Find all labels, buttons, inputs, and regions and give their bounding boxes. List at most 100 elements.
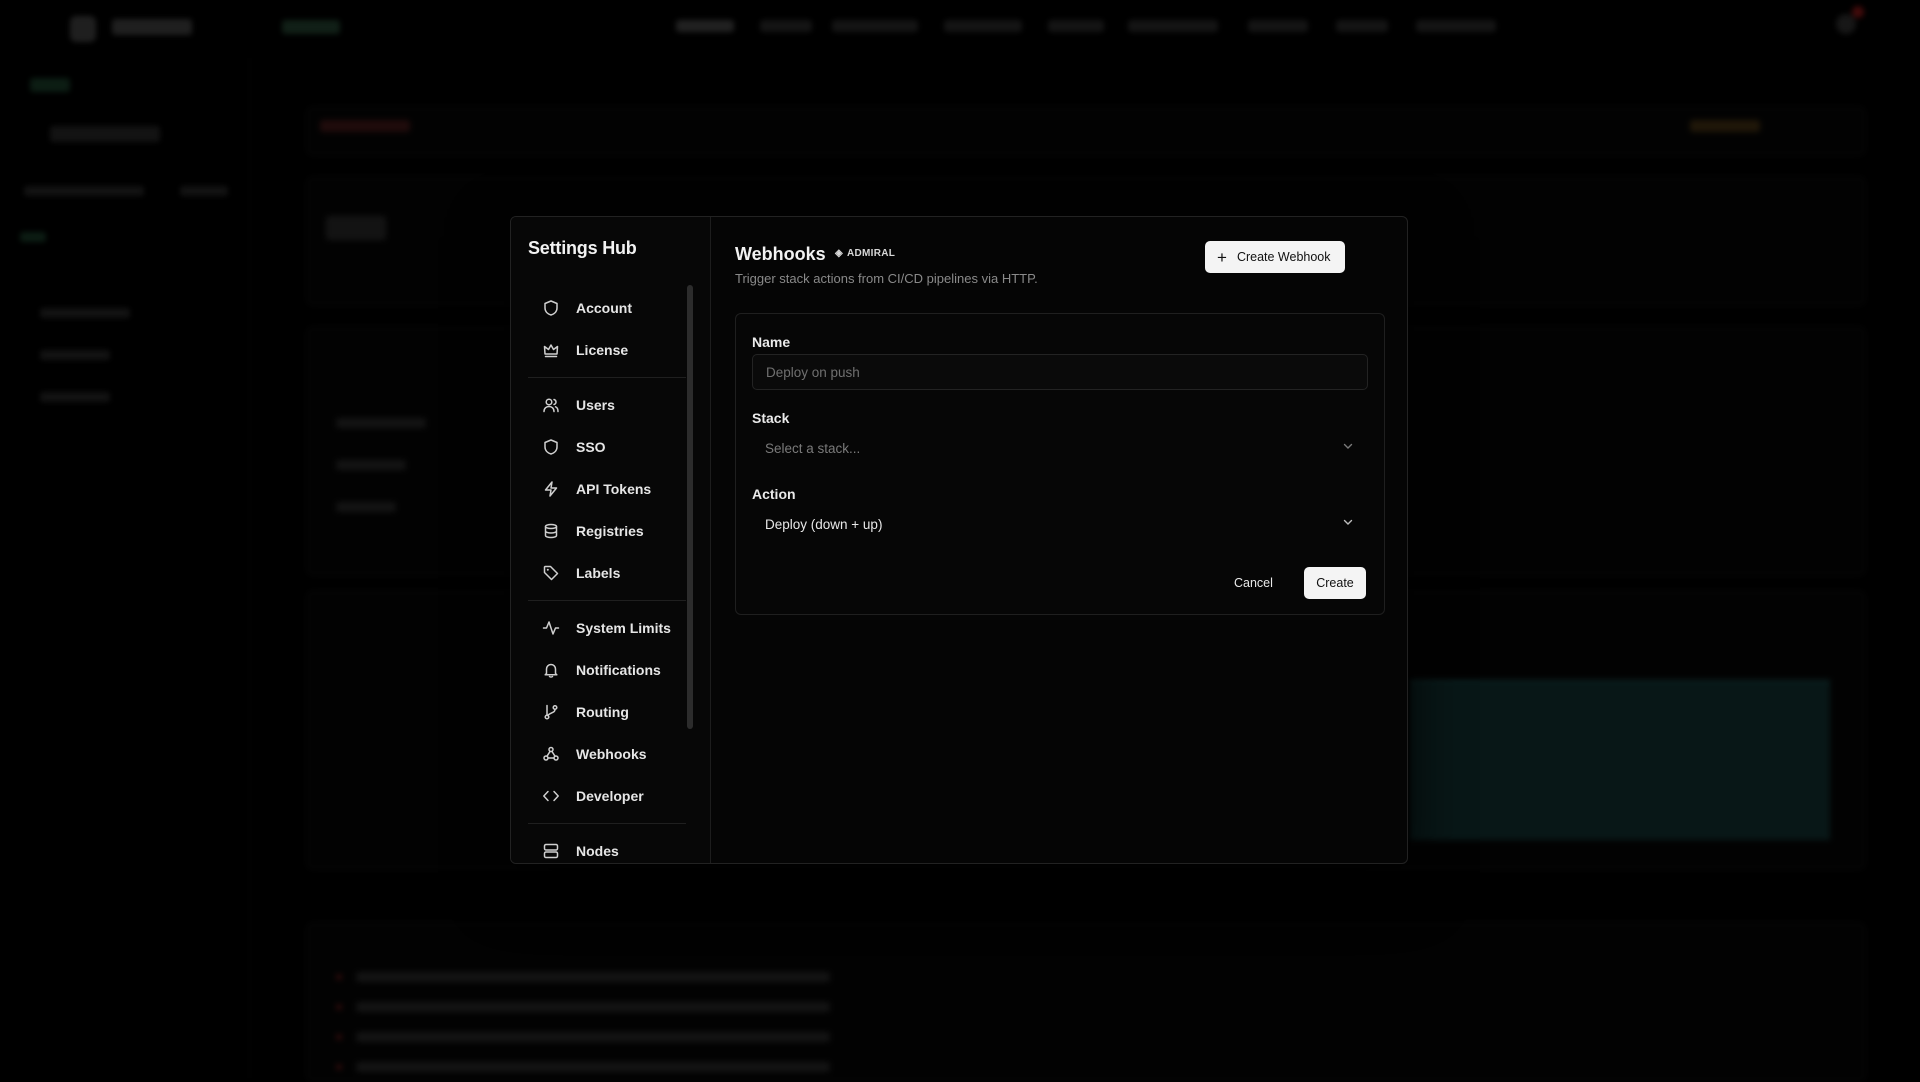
background-bar	[320, 120, 410, 132]
background-bar	[24, 186, 144, 196]
sidebar-item-account[interactable]: Account	[528, 287, 686, 329]
create-webhook-button[interactable]: + Create Webhook	[1205, 241, 1345, 273]
settings-modal: Settings Hub Account License Users SSO API T…	[510, 216, 1408, 864]
sidebar-item-routing[interactable]: Routing	[528, 691, 686, 733]
sidebar-item-label: API Tokens	[576, 481, 651, 497]
settings-hub-nav: Account License Users SSO API Tokens Registri…	[528, 287, 686, 864]
background-bar	[20, 232, 46, 242]
name-placeholder: Deploy on push	[766, 365, 860, 380]
action-label: Action	[752, 486, 796, 502]
page-subtitle: Trigger stack actions from CI/CD pipelin…	[735, 271, 1038, 286]
sidebar-item-sso[interactable]: SSO	[528, 426, 686, 468]
sidebar-item-label: SSO	[576, 439, 606, 455]
create-button[interactable]: Create	[1304, 567, 1366, 599]
sidebar-item-nodes[interactable]: Nodes	[528, 830, 686, 864]
background-bar	[50, 126, 160, 142]
nav-divider	[528, 377, 686, 378]
sidebar-item-system-limits[interactable]: System Limits	[528, 607, 686, 649]
background-nav-item	[1416, 20, 1496, 32]
sidebar-item-license[interactable]: License	[528, 329, 686, 371]
sidebar-item-labels[interactable]: Labels	[528, 552, 686, 594]
nav-divider	[528, 600, 686, 601]
sidebar-item-label: Routing	[576, 704, 629, 720]
stack-label: Stack	[752, 410, 789, 426]
cancel-button[interactable]: Cancel	[1224, 567, 1283, 599]
background-sidebar	[0, 56, 250, 1080]
background-notification-dot	[1852, 6, 1864, 18]
sidebar-item-notifications[interactable]: Notifications	[528, 649, 686, 691]
background-chart-area	[1410, 680, 1830, 840]
background-bell-icon	[1836, 14, 1856, 34]
background-bar	[40, 392, 110, 402]
sidebar-item-label: Labels	[576, 565, 620, 581]
settings-hub-title: Settings Hub	[528, 238, 637, 259]
background-bar	[356, 1032, 830, 1042]
webhook-icon	[542, 745, 560, 763]
sidebar-item-label: Nodes	[576, 843, 619, 859]
background-topbar	[0, 0, 1920, 56]
lightning-icon	[542, 480, 560, 498]
admiral-badge: ◈ ADMIRAL	[835, 248, 895, 259]
sidebar-item-label: Users	[576, 397, 615, 413]
create-webhook-label: Create Webhook	[1237, 250, 1331, 264]
background-nav-item	[1128, 20, 1218, 32]
sidebar-item-developer[interactable]: Developer	[528, 775, 686, 817]
bell-icon	[542, 661, 560, 679]
sidebar-item-api-tokens[interactable]: API Tokens	[528, 468, 686, 510]
name-input[interactable]: Deploy on push	[752, 354, 1368, 390]
sidebar-item-label: Registries	[576, 523, 644, 539]
sidebar-item-label: License	[576, 342, 628, 358]
background-nav-item	[1048, 20, 1104, 32]
background-nav-item	[1336, 20, 1388, 32]
background-bullet	[336, 1034, 342, 1040]
background-bar	[40, 350, 110, 360]
settings-hub-scrollbar[interactable]	[687, 285, 693, 729]
nav-divider	[528, 823, 686, 824]
background-bar	[336, 502, 396, 512]
sidebar-item-label: Webhooks	[576, 746, 647, 762]
code-icon	[542, 787, 560, 805]
diamond-icon: ◈	[835, 248, 843, 259]
action-select[interactable]: Deploy (down + up)	[752, 506, 1368, 542]
crown-icon	[542, 341, 560, 359]
background-bar	[326, 216, 386, 240]
settings-hub-sidebar: Settings Hub Account License Users SSO API T…	[511, 217, 711, 863]
sidebar-item-label: Account	[576, 300, 632, 316]
git-branch-icon	[542, 703, 560, 721]
server-icon	[542, 842, 560, 860]
webhooks-panel: Webhooks ◈ ADMIRAL Trigger stack actions…	[711, 217, 1407, 863]
background-nav-item	[676, 20, 734, 32]
background-bar	[356, 972, 830, 982]
background-bar	[180, 186, 228, 196]
sidebar-item-label: System Limits	[576, 620, 671, 636]
create-webhook-form: Name Deploy on push Stack Select a stack…	[735, 313, 1385, 615]
background-bar	[356, 1062, 830, 1072]
background-brand	[112, 19, 192, 35]
sidebar-item-registries[interactable]: Registries	[528, 510, 686, 552]
background-logo	[70, 16, 96, 42]
tag-icon	[542, 564, 560, 582]
chevron-down-icon	[1342, 440, 1354, 455]
plus-icon: +	[1217, 249, 1227, 266]
background-bar	[40, 308, 130, 318]
background-bar	[356, 1002, 830, 1012]
background-bar	[336, 460, 406, 470]
background-bullet	[336, 1064, 342, 1070]
chevron-down-icon	[1342, 516, 1354, 531]
background-bullet	[336, 1004, 342, 1010]
sidebar-item-label: Notifications	[576, 662, 661, 678]
shield-icon	[542, 299, 560, 317]
sidebar-item-users[interactable]: Users	[528, 384, 686, 426]
badge-label: ADMIRAL	[847, 248, 895, 259]
stack-select[interactable]: Select a stack...	[752, 430, 1368, 466]
background-bar	[1690, 120, 1760, 132]
users-icon	[542, 396, 560, 414]
background-nav-item	[1248, 20, 1308, 32]
sidebar-item-webhooks[interactable]: Webhooks	[528, 733, 686, 775]
sidebar-item-label: Developer	[576, 788, 644, 804]
background-status-chip	[282, 20, 340, 34]
stack-placeholder: Select a stack...	[765, 441, 860, 456]
background-nav-item	[944, 20, 1022, 32]
background-bar	[336, 418, 426, 428]
activity-icon	[542, 619, 560, 637]
